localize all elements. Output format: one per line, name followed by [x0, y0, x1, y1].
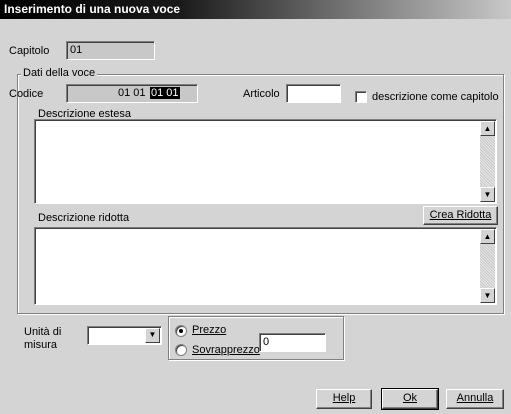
codice-field[interactable]: 01 01 01 01	[66, 84, 198, 103]
annulla-button[interactable]: Annulla	[446, 389, 504, 409]
prezzo-radio[interactable]	[175, 325, 187, 337]
scroll-up-icon[interactable]: ▲	[480, 229, 495, 244]
descrizione-come-capitolo-checkbox[interactable]	[355, 91, 367, 103]
descrizione-estesa-textarea[interactable]: ▲ ▼	[34, 119, 497, 204]
codice-selected-text: 01 01	[150, 87, 180, 99]
scroll-down-icon[interactable]: ▼	[480, 288, 495, 303]
descrizione-ridotta-scrollbar[interactable]: ▲ ▼	[480, 229, 495, 303]
prezzo-value-input[interactable]: 0	[259, 333, 326, 352]
unita-label-line2: misura	[24, 339, 58, 351]
descrizione-estesa-scrollbar[interactable]: ▲ ▼	[480, 121, 495, 202]
dati-voce-legend: Dati della voce	[21, 67, 98, 79]
codice-label: Codice	[9, 88, 44, 100]
descrizione-come-capitolo-label: descrizione come capitolo	[372, 91, 499, 103]
prezzo-radio-label[interactable]: Prezzo	[192, 324, 226, 336]
help-button[interactable]: Help	[316, 389, 372, 409]
dialog-window: Inserimento di una nuova voce Capitolo 0…	[0, 0, 511, 414]
title-bar[interactable]: Inserimento di una nuova voce	[0, 0, 511, 19]
crea-ridotta-button[interactable]: Crea Ridotta	[423, 206, 498, 225]
sovrapprezzo-radio-label[interactable]: Sovrapprezzo	[192, 344, 260, 356]
capitolo-field: 01	[66, 41, 155, 60]
scroll-up-icon[interactable]: ▲	[480, 121, 495, 136]
unita-label-line1: Unità di	[24, 326, 62, 338]
scroll-down-icon[interactable]: ▼	[480, 187, 495, 202]
ok-button[interactable]: Ok	[381, 388, 439, 410]
sovrapprezzo-radio[interactable]	[175, 344, 187, 356]
descrizione-ridotta-textarea[interactable]: ▲ ▼	[34, 227, 497, 305]
capitolo-label: Capitolo	[9, 45, 50, 57]
chevron-down-icon[interactable]: ▼	[145, 328, 160, 343]
articolo-input[interactable]	[286, 84, 341, 103]
unita-misura-select[interactable]: ▼	[87, 326, 162, 345]
articolo-label: Articolo	[243, 88, 280, 100]
descrizione-ridotta-label: Descrizione ridotta	[38, 212, 130, 224]
window-title: Inserimento di una nuova voce	[4, 2, 181, 16]
